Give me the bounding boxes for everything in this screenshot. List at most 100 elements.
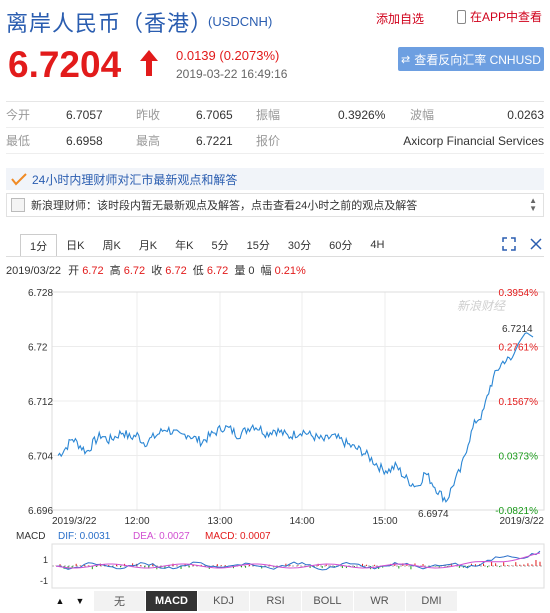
info-low-label: 低 [192, 265, 204, 277]
y-tick-label: 6.696 [28, 506, 53, 517]
amplitude-label: 振幅 [256, 108, 281, 122]
x-tick-label: 12:00 [124, 516, 149, 527]
open-label: 今开 [6, 108, 31, 122]
prev-close-value: 6.7065 [196, 107, 233, 122]
tab-divider [6, 256, 544, 257]
x-axis-ticks: 2019/3/22 12:00 13:00 14:00 15:00 2019/3/22 [52, 516, 544, 527]
tab-1min[interactable]: 1分 [20, 234, 58, 256]
info-open-label: 开 [68, 265, 80, 277]
avatar [11, 198, 25, 212]
tab-60min[interactable]: 60分 [320, 234, 361, 256]
chart-watermark: 新浪财经 [457, 299, 507, 313]
x-tick-label: 13:00 [207, 516, 232, 527]
macd-label: MACD [16, 531, 45, 542]
y-tick-label: 6.72 [28, 343, 48, 354]
tab-daily-k[interactable]: 日K [57, 234, 93, 256]
quote-source-value: Axicorp Financial Services [403, 133, 544, 148]
info-close-label: 收 [151, 265, 163, 277]
next-arrow-icon[interactable]: ▼ [70, 591, 90, 611]
last-price-label: 6.7214 [502, 324, 533, 335]
prev-close-label: 昨收 [136, 108, 161, 122]
macd-ytick-top: 1 [43, 555, 48, 565]
indicator-tab-macd[interactable]: MACD [146, 591, 198, 611]
wave-label: 波幅 [410, 108, 435, 122]
symbol-code: (USDCNH) [208, 14, 273, 29]
low-price-label: 6.6974 [418, 509, 449, 520]
y-tick-label: 6.704 [28, 452, 53, 463]
amplitude-value: 0.3926% [338, 107, 386, 122]
y-tick-label: 6.728 [28, 288, 53, 299]
advisor-banner[interactable]: 24小时内理财师对汇市最新观点和解答 [6, 168, 544, 190]
swap-icon: ⇄ [401, 53, 411, 66]
indicator-tab-none[interactable]: 无 [94, 591, 146, 611]
add-favorite-link[interactable]: 添加自选 [376, 10, 425, 27]
info-volume: 0 [248, 265, 255, 277]
tab-15min[interactable]: 15分 [238, 234, 279, 256]
info-date: 2019/03/22 [6, 265, 62, 277]
info-volume-label: 量 [234, 265, 246, 277]
stats-table: 今开 6.7057 昨收 6.7065 振幅 0.3926% 波幅 0.0263… [6, 101, 544, 154]
price-line [57, 332, 534, 503]
x-tick-label: 2019/3/22 [500, 516, 545, 527]
reverse-rate-label: 查看反向汇率 CNHUSD [414, 52, 541, 67]
stats-row: 最低 6.6958 最高 6.7221 报价 Axicorp Financial… [6, 128, 544, 154]
right-axis-ticks: 0.3954%0.2761%0.1567%0.0373%-0.0821% [495, 288, 538, 517]
indicator-tab-rsi[interactable]: RSI [250, 591, 302, 611]
tab-5min[interactable]: 5分 [203, 234, 238, 256]
y-axis-ticks: 6.728 6.72 6.712 6.704 6.696 [28, 288, 53, 517]
info-low: 6.72 [206, 265, 229, 277]
x-tick-label: 15:00 [372, 516, 397, 527]
close-icon[interactable] [529, 237, 543, 251]
info-range-label: 幅 [260, 265, 272, 277]
current-price: 6.7204 [8, 44, 122, 85]
tab-4h[interactable]: 4H [361, 234, 393, 256]
low-label: 最低 [6, 134, 31, 148]
advisor-banner-text: 24小时内理财师对汇市最新观点和解答 [32, 172, 238, 187]
tab-monthly-k[interactable]: 月K [130, 234, 166, 256]
scroll-arrows-icon[interactable]: ▲ ▼ [529, 197, 537, 213]
macd-dea: DEA: 0.0027 [133, 531, 190, 542]
up-arrow-icon [140, 50, 158, 76]
fullscreen-icon[interactable] [502, 237, 516, 251]
low-value: 6.6958 [66, 133, 103, 148]
indicator-tab-kdj[interactable]: KDJ [198, 591, 250, 611]
right-tick-label: 0.3954% [499, 288, 539, 299]
info-open: 6.72 [82, 265, 104, 277]
indicator-tab-wr[interactable]: WR [354, 591, 406, 611]
view-in-app-label: 在APP中查看 [470, 10, 543, 24]
prev-arrow-icon[interactable]: ▲ [50, 591, 70, 611]
open-value: 6.7057 [66, 107, 103, 122]
advisor-news-text: 新浪理财师：该时段内暂无最新观点及解答，点击查看24小时之前的观点及解答 [31, 200, 418, 212]
chart-grid [51, 291, 545, 511]
check-trend-icon [11, 173, 27, 186]
macd-dif: DIF: 0.0031 [58, 531, 111, 542]
tab-30min[interactable]: 30分 [279, 234, 320, 256]
stats-row: 今开 6.7057 昨收 6.7065 振幅 0.3926% 波幅 0.0263 [6, 102, 544, 128]
period-tabs: 1分 日K 周K 月K 年K 5分 15分 30分 60分 4H [20, 234, 393, 256]
high-label: 最高 [136, 134, 161, 148]
tab-weekly-k[interactable]: 周K [93, 234, 129, 256]
quote-time: 2019-03-22 16:49:16 [176, 67, 288, 81]
reverse-rate-button[interactable]: ⇄ 查看反向汇率 CNHUSD [398, 47, 544, 71]
indicator-tab-boll[interactable]: BOLL [302, 591, 354, 611]
info-close: 6.72 [165, 265, 187, 277]
x-tick-label: 2019/3/22 [52, 516, 97, 527]
macd-value: MACD: 0.0007 [205, 531, 271, 542]
high-value: 6.7221 [196, 133, 233, 148]
info-range: 0.21% [274, 265, 306, 277]
price-chart[interactable]: 新浪财经 6.7286.726.7126.7046.696 0.3954%0.2… [0, 280, 550, 590]
indicator-tabs: 无 MACD KDJ RSI BOLL WR DMI [94, 591, 458, 611]
tab-yearly-k[interactable]: 年K [166, 234, 202, 256]
view-in-app-link[interactable]: 在APP中查看 [457, 8, 542, 25]
page-title: 离岸人民币（香港） [6, 11, 214, 36]
price-change: 0.0139 (0.2073%) [176, 48, 280, 63]
macd-panel: MACD DIF: 0.0031 DEA: 0.0027 MACD: 0.000… [16, 531, 545, 589]
info-high: 6.72 [123, 265, 146, 277]
wave-value: 0.0263 [507, 107, 544, 122]
advisor-news-item[interactable]: 新浪理财师：该时段内暂无最新观点及解答，点击查看24小时之前的观点及解答 ▲ ▼ [6, 193, 544, 217]
indicator-tab-dmi[interactable]: DMI [406, 591, 458, 611]
right-tick-label: 0.1567% [499, 397, 539, 408]
ohlc-info-line: 2019/03/22 开 6.72 高 6.72 收 6.72 低 6.72 量… [6, 262, 306, 278]
phone-icon [457, 9, 466, 24]
quote-source-label: 报价 [256, 134, 281, 148]
